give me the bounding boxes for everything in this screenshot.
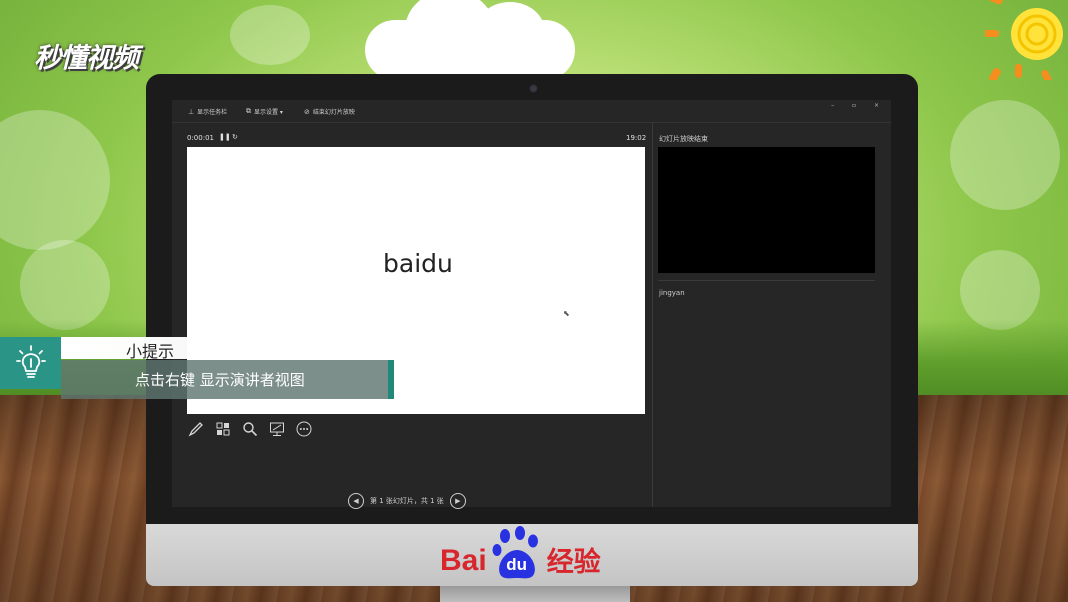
display-settings-button[interactable]: ⧉ 显示设置 ▾ (246, 107, 283, 116)
screen-icon[interactable] (268, 420, 286, 438)
bokeh-light (950, 100, 1060, 210)
presenter-view: ⊥ 显示任务栏 ⧉ 显示设置 ▾ ⊘ 结束幻灯片放映 – ▫ × 0:00:01… (172, 100, 891, 509)
brand-du: du (506, 555, 528, 574)
triangle-right-icon: ▶ (455, 497, 461, 505)
slides-grid-icon[interactable] (214, 420, 232, 438)
notes-separator (658, 280, 875, 281)
tip-title: 小提示 (126, 342, 175, 361)
taskbar-icon: ⊥ (188, 107, 195, 116)
slide-counter: 第 1 张幻灯片，共 1 张 (370, 497, 444, 505)
pause-icon[interactable]: ❚❚ (219, 133, 231, 141)
end-slideshow-icon: ⊘ (304, 107, 310, 116)
tip-icon-box (0, 337, 61, 389)
end-slideshow-button[interactable]: ⊘ 结束幻灯片放映 (304, 107, 355, 117)
presenter-toolbar: ⊥ 显示任务栏 ⧉ 显示设置 ▾ ⊘ 结束幻灯片放映 – ▫ × (172, 100, 891, 123)
bokeh-light (0, 110, 110, 250)
baidu-jingyan-logo: Bai du 经验 (440, 526, 601, 582)
brand-bai: Bai (440, 544, 487, 577)
show-taskbar-label: 显示任务栏 (197, 109, 228, 116)
slide-text: baidu (383, 249, 453, 278)
more-icon[interactable] (295, 420, 313, 438)
end-slideshow-label: 结束幻灯片放映 (312, 109, 355, 116)
tip-accent-bar (388, 360, 394, 399)
lightbulb-icon (15, 345, 46, 378)
speaker-notes[interactable]: jingyan (659, 289, 685, 297)
brand-jingyan: 经验 (546, 547, 601, 578)
display-settings-icon: ⧉ (246, 107, 251, 115)
zoom-icon[interactable] (241, 420, 259, 438)
mouse-cursor-icon: ⬉ (563, 309, 570, 318)
show-taskbar-button[interactable]: ⊥ 显示任务栏 (188, 107, 228, 117)
sun-icon (985, 0, 1063, 80)
monitor-stand (440, 586, 630, 602)
next-slide-preview[interactable] (658, 147, 875, 273)
paw-icon: du (488, 526, 546, 582)
elapsed-timer: 0:00:01 (187, 134, 214, 142)
miaodong-logo: 秒懂视频 (34, 43, 139, 74)
current-time: 19:02 (626, 134, 647, 142)
webcam (529, 84, 538, 93)
tip-title-bar (61, 337, 329, 359)
bokeh-light (960, 250, 1040, 330)
next-slide-button[interactable]: ▶ (449, 493, 466, 509)
previous-slide-button[interactable]: ◀ (348, 493, 364, 509)
tip-body: 点击右键 显示演讲者视图 (135, 371, 305, 389)
presenter-tools (187, 420, 313, 438)
bokeh-light (230, 5, 310, 65)
window-controls[interactable]: – ▫ × (831, 102, 887, 109)
slide-navigation: ◀ 第 1 张幻灯片，共 1 张 ▶ (348, 493, 466, 509)
pen-icon[interactable] (187, 420, 205, 438)
bokeh-light (20, 240, 110, 330)
triangle-left-icon: ◀ (353, 497, 359, 505)
next-slide-label: 幻灯片放映结束 (659, 135, 708, 143)
display-settings-label: 显示设置 ▾ (254, 109, 283, 116)
pane-divider[interactable] (652, 122, 653, 507)
cloud (365, 0, 575, 80)
reset-timer-icon[interactable]: ↻ (232, 133, 238, 141)
